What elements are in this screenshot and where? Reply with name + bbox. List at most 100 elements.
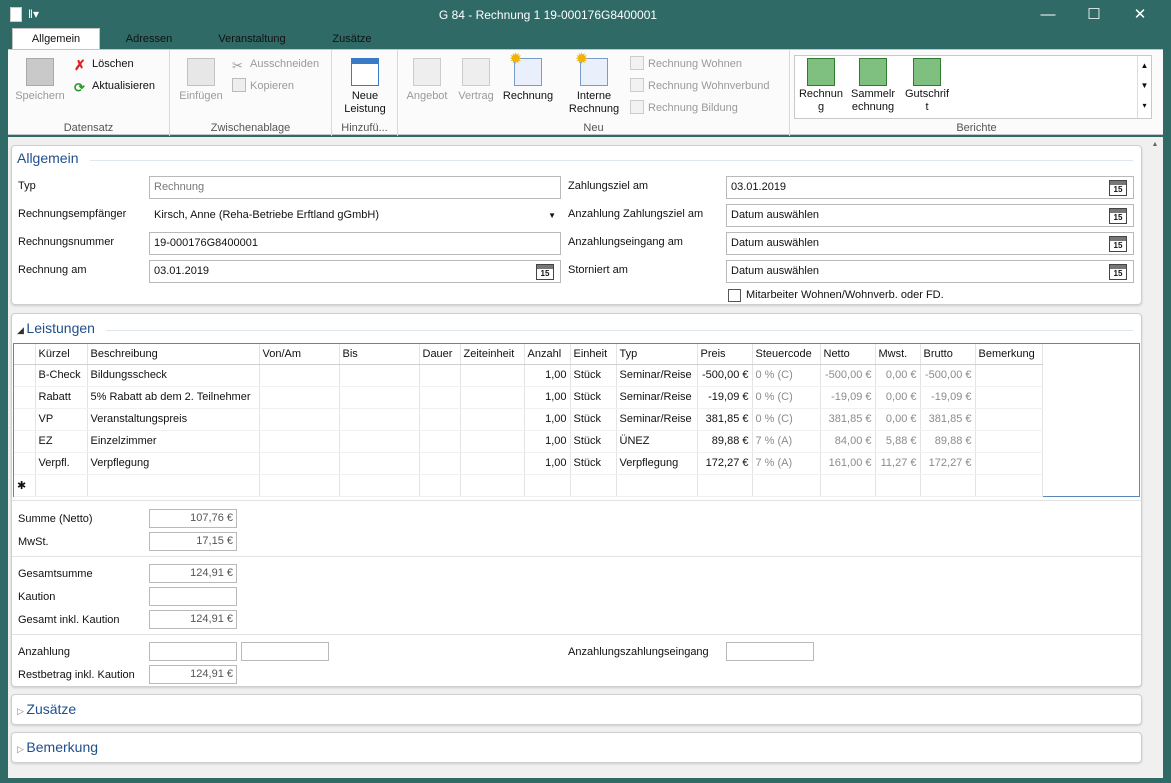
- number-field[interactable]: 19-000176G8400001: [149, 232, 561, 255]
- panel-title-services[interactable]: ◢ Leistungen: [17, 320, 95, 336]
- table-cell[interactable]: Veranstaltungspreis: [87, 408, 260, 431]
- new-service-button[interactable]: Neue Leistung: [338, 58, 392, 116]
- column-header[interactable]: Netto: [820, 344, 876, 365]
- column-header[interactable]: Bis: [339, 344, 420, 365]
- table-cell[interactable]: [339, 386, 420, 409]
- cut-button[interactable]: ✂ Ausschneiden: [232, 56, 319, 73]
- table-cell[interactable]: [975, 386, 1043, 409]
- column-header[interactable]: Typ: [616, 344, 698, 365]
- scroll-up-icon[interactable]: ▲: [1150, 141, 1160, 148]
- table-cell[interactable]: 1,00: [524, 408, 571, 431]
- table-cell[interactable]: 5% Rabatt ab dem 2. Teilnehmer: [87, 386, 260, 409]
- column-header[interactable]: Dauer: [419, 344, 461, 365]
- table-cell[interactable]: [259, 408, 340, 431]
- table-cell[interactable]: 381,85 €: [820, 408, 876, 431]
- table-row[interactable]: VP Veranstaltungspreis 1,00 Stück Seminar/Re…: [14, 408, 1043, 431]
- calendar-icon[interactable]: 15: [1109, 180, 1127, 196]
- table-cell[interactable]: [339, 430, 420, 453]
- table-cell[interactable]: [419, 452, 461, 475]
- column-header[interactable]: Von/Am: [259, 344, 340, 365]
- table-cell[interactable]: Bildungsscheck: [87, 364, 260, 387]
- table-cell[interactable]: 7 % (A): [752, 452, 821, 475]
- table-cell[interactable]: [616, 474, 698, 497]
- table-cell[interactable]: [460, 452, 525, 475]
- table-cell[interactable]: 1,00: [524, 452, 571, 475]
- row-selector[interactable]: [14, 452, 36, 475]
- table-cell[interactable]: [87, 474, 260, 497]
- internal-invoice-button[interactable]: ✹ Interne Rechnung: [564, 52, 624, 116]
- column-header[interactable]: Beschreibung: [87, 344, 260, 365]
- report-invoice-button[interactable]: Rechnun g: [797, 58, 845, 114]
- invoice-button[interactable]: ✹ Rechnung: [500, 52, 556, 103]
- row-selector[interactable]: [14, 408, 36, 431]
- tab-allgemein[interactable]: Allgemein: [12, 28, 100, 50]
- table-row[interactable]: Verpfl. Verpflegung 1,00 Stück Verpflegung 17…: [14, 452, 1043, 475]
- row-selector[interactable]: [14, 430, 36, 453]
- column-header[interactable]: Mwst.: [875, 344, 921, 365]
- table-cell[interactable]: 5,88 €: [875, 430, 921, 453]
- table-cell[interactable]: Stück: [570, 430, 617, 453]
- table-cell[interactable]: B-Check: [35, 364, 88, 387]
- table-cell[interactable]: [339, 452, 420, 475]
- calendar-icon[interactable]: 15: [1109, 236, 1127, 252]
- table-cell[interactable]: [419, 364, 461, 387]
- table-cell[interactable]: -500,00 €: [697, 364, 753, 387]
- type-field[interactable]: Rechnung: [149, 176, 561, 199]
- column-header[interactable]: Kürzel: [35, 344, 88, 365]
- row-selector[interactable]: [14, 364, 36, 387]
- table-cell[interactable]: Seminar/Reise: [616, 386, 698, 409]
- panel-notes[interactable]: ▷ Bemerkung: [11, 732, 1142, 763]
- table-cell[interactable]: [259, 430, 340, 453]
- table-cell[interactable]: 0,00 €: [875, 408, 921, 431]
- table-cell[interactable]: 1,00: [524, 430, 571, 453]
- table-cell[interactable]: Verpflegung: [616, 452, 698, 475]
- report-collective-invoice-button[interactable]: Sammelr echnung: [849, 58, 897, 114]
- table-cell[interactable]: [259, 452, 340, 475]
- column-header[interactable]: Steuercode: [752, 344, 821, 365]
- tab-veranstaltung[interactable]: Veranstaltung: [204, 30, 300, 50]
- copy-button[interactable]: Kopieren: [232, 78, 294, 94]
- table-cell[interactable]: [339, 474, 420, 497]
- table-cell[interactable]: Seminar/Reise: [616, 364, 698, 387]
- staff-checkbox[interactable]: [728, 289, 741, 302]
- table-cell[interactable]: 381,85 €: [697, 408, 753, 431]
- table-cell[interactable]: [875, 474, 921, 497]
- table-cell[interactable]: 7 % (A): [752, 430, 821, 453]
- invoice-education-button[interactable]: Rechnung Bildung: [630, 100, 738, 116]
- calendar-icon[interactable]: 15: [536, 264, 554, 280]
- contract-button[interactable]: Vertrag: [454, 58, 498, 103]
- minimize-button[interactable]: —: [1025, 0, 1071, 30]
- prepay-field[interactable]: [149, 642, 237, 661]
- table-cell[interactable]: Stück: [570, 452, 617, 475]
- table-cell[interactable]: Stück: [570, 386, 617, 409]
- table-cell[interactable]: 172,27 €: [920, 452, 976, 475]
- table-cell[interactable]: 161,00 €: [820, 452, 876, 475]
- offer-button[interactable]: Angebot: [402, 58, 452, 103]
- gallery-scroll[interactable]: ▲ ▼ ▾: [1137, 56, 1151, 118]
- table-cell[interactable]: ÜNEZ: [616, 430, 698, 453]
- table-cell[interactable]: [570, 474, 617, 497]
- delete-button[interactable]: ✗ Löschen: [74, 56, 134, 72]
- vertical-scrollbar[interactable]: ▲: [1150, 141, 1160, 771]
- table-cell[interactable]: EZ: [35, 430, 88, 453]
- table-cell[interactable]: [975, 452, 1043, 475]
- table-cell[interactable]: 0,00 €: [875, 386, 921, 409]
- column-header[interactable]: Preis: [697, 344, 753, 365]
- table-cell[interactable]: [35, 474, 88, 497]
- table-row[interactable]: Rabatt 5% Rabatt ab dem 2. Teilnehmer 1,00…: [14, 386, 1043, 409]
- table-cell[interactable]: Verpflegung: [87, 452, 260, 475]
- table-cell[interactable]: 0 % (C): [752, 386, 821, 409]
- table-cell[interactable]: [975, 364, 1043, 387]
- table-cell[interactable]: [339, 408, 420, 431]
- paste-button[interactable]: Einfügen: [174, 58, 228, 103]
- table-cell[interactable]: -500,00 €: [820, 364, 876, 387]
- refresh-button[interactable]: ⟳ Aktualisieren: [74, 78, 155, 95]
- table-cell[interactable]: 0,00 €: [875, 364, 921, 387]
- table-cell[interactable]: -500,00 €: [920, 364, 976, 387]
- table-cell[interactable]: [524, 474, 571, 497]
- table-cell[interactable]: 11,27 €: [875, 452, 921, 475]
- table-row[interactable]: B-Check Bildungsscheck 1,00 Stück Seminar/Re…: [14, 364, 1043, 387]
- table-cell[interactable]: [697, 474, 753, 497]
- table-cell[interactable]: 89,88 €: [920, 430, 976, 453]
- report-credit-note-button[interactable]: Gutschrif t: [901, 58, 953, 114]
